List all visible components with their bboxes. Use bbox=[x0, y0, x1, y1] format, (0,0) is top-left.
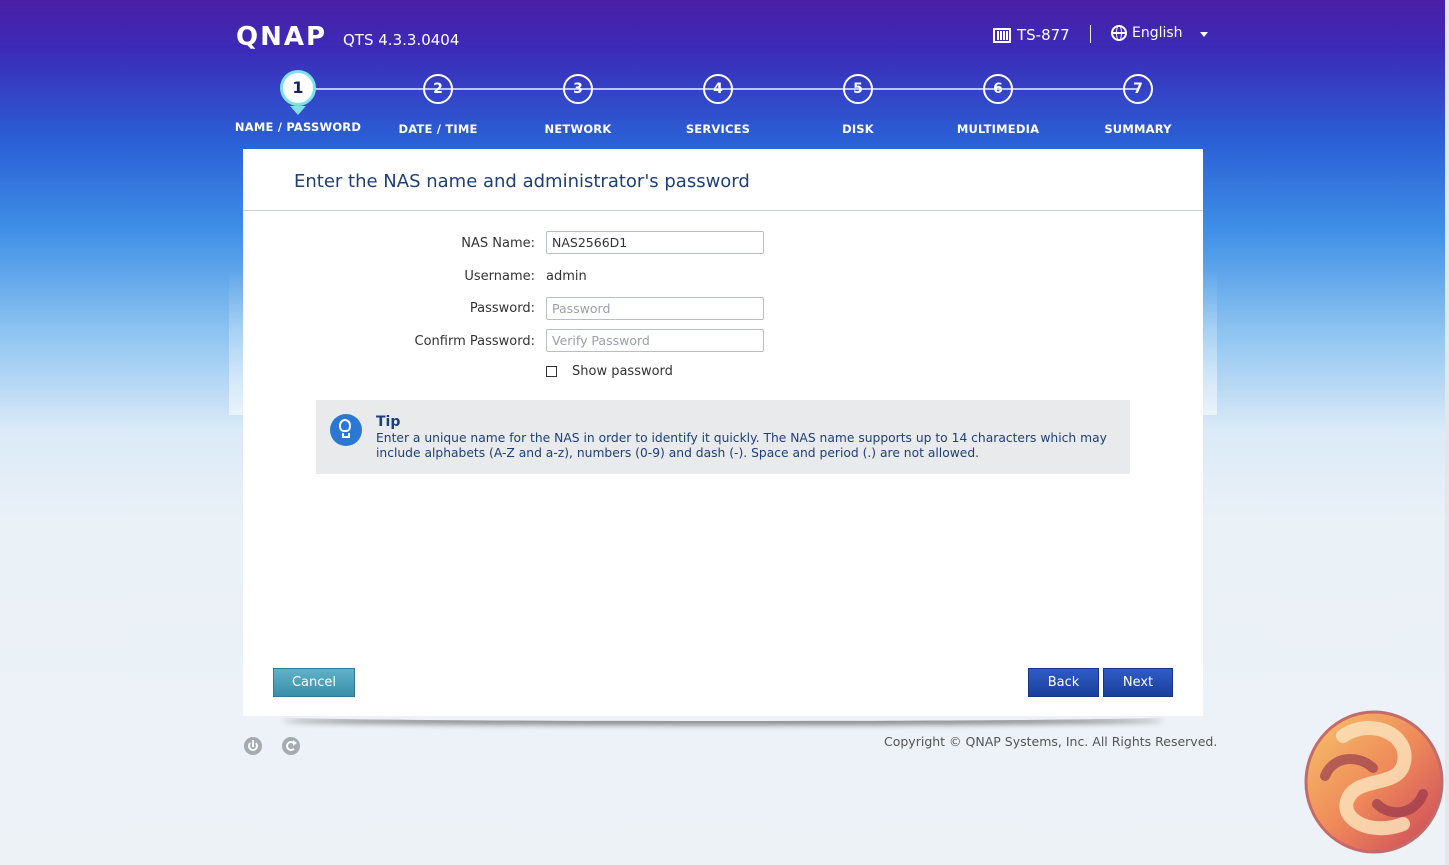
wizard-panel: Enter the NAS name and administrator's p… bbox=[243, 149, 1203, 716]
nas-model-label: TS-877 bbox=[1017, 26, 1070, 44]
step-network: 3 NETWORK bbox=[508, 74, 648, 136]
lightbulb-icon bbox=[330, 414, 362, 446]
nas-device-icon bbox=[993, 27, 1011, 43]
back-button[interactable]: Back bbox=[1028, 668, 1099, 697]
nas-name-label: NAS Name: bbox=[461, 236, 535, 251]
chevron-down-icon bbox=[1199, 32, 1208, 37]
step-name-password: 1 NAME / PASSWORD bbox=[228, 70, 368, 134]
step-summary: 7 SUMMARY bbox=[1068, 74, 1208, 136]
page-title: Enter the NAS name and administrator's p… bbox=[294, 171, 750, 192]
password-label: Password: bbox=[469, 301, 535, 316]
tip-title: Tip bbox=[376, 414, 401, 430]
restart-icon[interactable] bbox=[282, 737, 300, 755]
watermark-logo-icon bbox=[1304, 710, 1444, 854]
power-icon[interactable] bbox=[244, 737, 262, 755]
confirm-password-label: Confirm Password: bbox=[414, 334, 535, 349]
step-label: NETWORK bbox=[544, 122, 612, 136]
title-divider bbox=[243, 210, 1203, 211]
step-number: 3 bbox=[563, 74, 593, 104]
step-label: SERVICES bbox=[685, 122, 751, 136]
copyright-text: Copyright © QNAP Systems, Inc. All Right… bbox=[884, 734, 1218, 749]
show-password-checkbox[interactable] bbox=[546, 366, 557, 377]
step-number: 4 bbox=[703, 74, 733, 104]
username-label: Username: bbox=[464, 269, 535, 284]
cancel-button[interactable]: Cancel bbox=[273, 668, 355, 697]
header-divider bbox=[1090, 25, 1091, 43]
nas-name-input[interactable] bbox=[546, 231, 764, 254]
step-label: DISK bbox=[842, 122, 874, 136]
globe-icon bbox=[1111, 25, 1127, 41]
confirm-password-input[interactable] bbox=[546, 329, 764, 352]
window-edge bbox=[1445, 0, 1449, 865]
nas-model: TS-877 bbox=[993, 26, 1070, 44]
step-number: 7 bbox=[1123, 74, 1153, 104]
step-label: NAME / PASSWORD bbox=[234, 120, 362, 134]
username-value: admin bbox=[546, 269, 587, 284]
step-date-time: 2 DATE / TIME bbox=[368, 74, 508, 136]
language-selector[interactable]: English bbox=[1111, 25, 1208, 41]
show-password-label[interactable]: Show password bbox=[572, 364, 673, 379]
step-services: 4 SERVICES bbox=[648, 74, 788, 136]
step-multimedia: 6 MULTIMEDIA bbox=[928, 74, 1068, 136]
tip-box: Tip Enter a unique name for the NAS in o… bbox=[316, 400, 1130, 474]
tip-text: Enter a unique name for the NAS in order… bbox=[376, 431, 1107, 460]
password-input[interactable] bbox=[546, 297, 764, 320]
step-number: 1 bbox=[280, 70, 316, 115]
step-label: DATE / TIME bbox=[398, 122, 478, 136]
qnap-logo: QNAP bbox=[236, 22, 328, 52]
panel-glow-right bbox=[1203, 270, 1217, 415]
step-number: 6 bbox=[983, 74, 1013, 104]
next-button[interactable]: Next bbox=[1103, 668, 1173, 697]
step-number: 5 bbox=[843, 74, 873, 104]
language-label: English bbox=[1132, 25, 1183, 41]
step-label: MULTIMEDIA bbox=[956, 122, 1040, 136]
step-number: 2 bbox=[423, 74, 453, 104]
step-label: SUMMARY bbox=[1104, 122, 1172, 136]
firmware-version: QTS 4.3.3.0404 bbox=[343, 31, 460, 49]
panel-glow-left bbox=[229, 270, 243, 415]
step-disk: 5 DISK bbox=[788, 74, 928, 136]
